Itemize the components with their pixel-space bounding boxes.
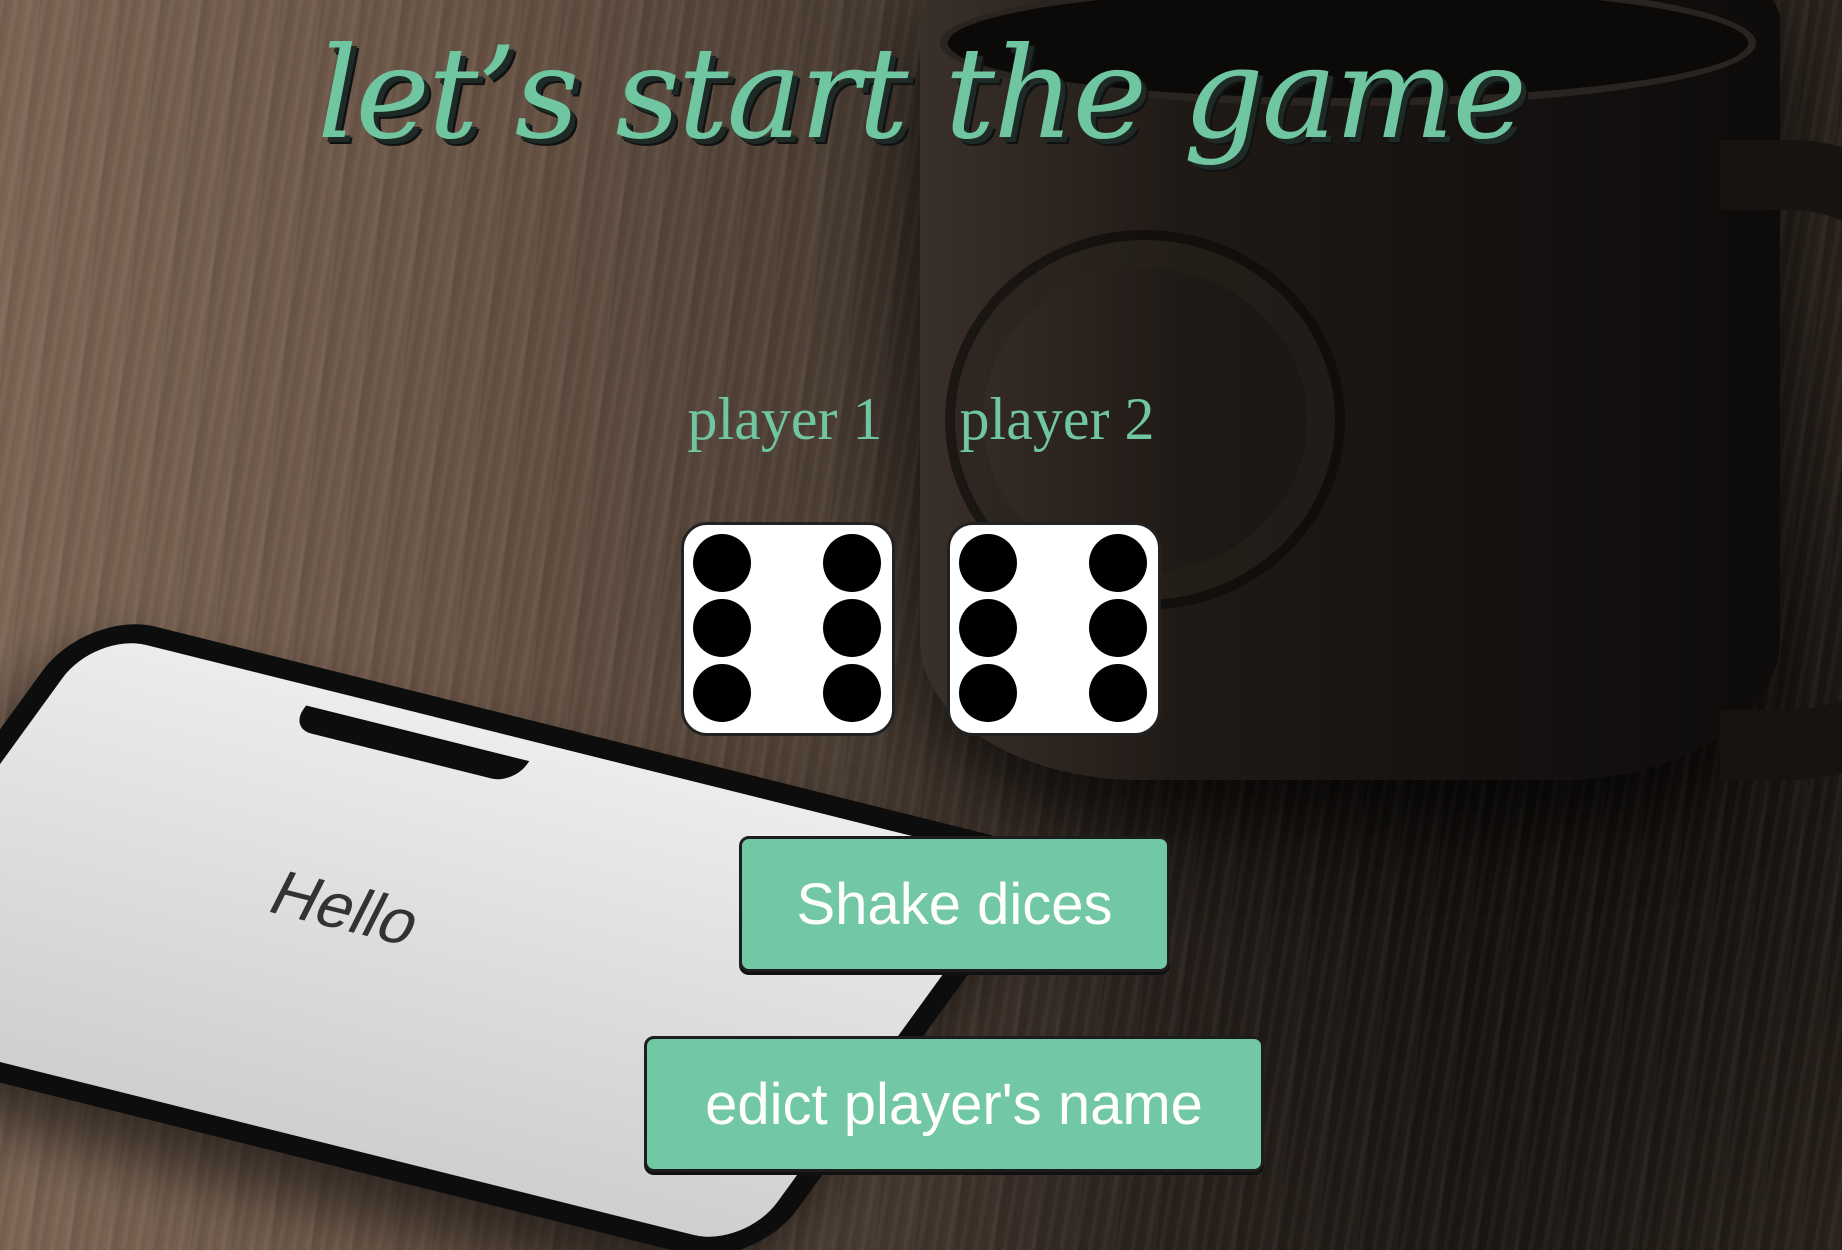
page-title: let’s start the game — [317, 20, 1527, 167]
die-pip — [1089, 534, 1147, 592]
player-2-name: player 2 — [959, 386, 1155, 452]
phone-screen-text: Hello — [258, 857, 434, 959]
die-pip — [959, 664, 1017, 722]
die-pip — [1089, 664, 1147, 722]
die-pip — [693, 664, 751, 722]
die-pip — [823, 664, 881, 722]
player-2-die — [947, 522, 1161, 736]
shake-dice-button[interactable]: Shake dices — [739, 836, 1170, 972]
player-1-die — [681, 522, 895, 736]
die-pip — [959, 599, 1017, 657]
die-pip — [823, 599, 881, 657]
die-pip — [693, 534, 751, 592]
dice-row — [0, 522, 1842, 736]
die-pip — [959, 534, 1017, 592]
player-labels: player 1 player 2 — [0, 385, 1842, 454]
player-1-name: player 1 — [687, 386, 883, 452]
die-pip — [693, 599, 751, 657]
die-pip — [823, 534, 881, 592]
edit-player-name-button[interactable]: edict player's name — [644, 1036, 1264, 1172]
die-pip — [1089, 599, 1147, 657]
